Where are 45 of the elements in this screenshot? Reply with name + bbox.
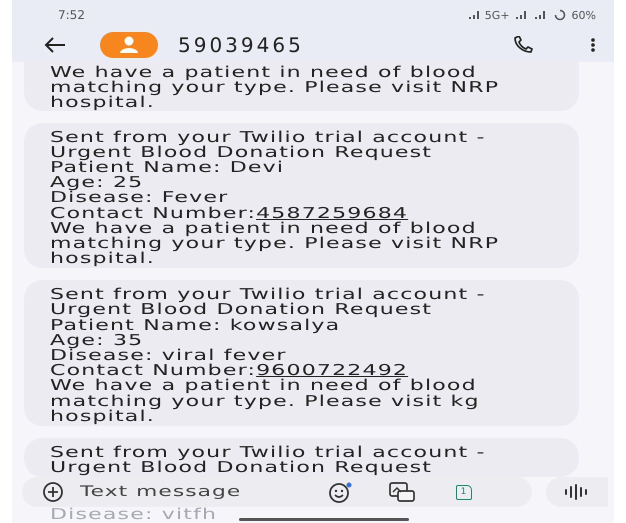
battery-level: 60% bbox=[572, 8, 596, 22]
message-text: Sent from your Twilio trial account - bbox=[50, 444, 486, 460]
back-icon[interactable] bbox=[44, 37, 66, 53]
gallery-icon[interactable] bbox=[388, 481, 416, 503]
message-composer[interactable]: Text message 1 bbox=[22, 477, 532, 507]
emoji-icon[interactable] bbox=[328, 481, 354, 503]
message-placeholder: Text message bbox=[80, 484, 242, 500]
message-text: hospital. bbox=[50, 95, 155, 111]
message-text: hospital. bbox=[50, 408, 155, 424]
signal-icon bbox=[468, 10, 480, 20]
voice-button[interactable] bbox=[546, 477, 608, 507]
sim-badge[interactable]: 1 bbox=[456, 484, 472, 500]
avatar-icon bbox=[100, 32, 158, 58]
signal-icon bbox=[534, 10, 548, 20]
message-text: Disease: vitfh bbox=[50, 507, 218, 522]
contact-number: 59039465 bbox=[178, 33, 305, 57]
message-text: Contact Number: bbox=[50, 204, 256, 222]
message-text: Urgent Blood Donation Request bbox=[50, 144, 432, 160]
message-text: matching your type. Please visit NRP bbox=[50, 80, 500, 96]
message-text: Disease: Fever bbox=[50, 190, 228, 206]
network-type: 5G+ bbox=[484, 8, 510, 22]
more-icon[interactable] bbox=[590, 37, 596, 53]
status-time: 7:52 bbox=[58, 8, 85, 22]
message-text: Patient Name: Devi bbox=[50, 160, 284, 176]
message-text: We have a patient in need of blood bbox=[50, 65, 477, 80]
phone-link[interactable]: 9600722492 bbox=[256, 361, 408, 380]
message-text: hospital. bbox=[50, 251, 155, 266]
phone-link[interactable]: 4587259684 bbox=[256, 204, 408, 222]
message-text: Contact Number: bbox=[50, 361, 256, 380]
message-text: Age: 25 bbox=[50, 175, 144, 190]
phone-icon[interactable] bbox=[512, 36, 534, 54]
message-text: Sent from your Twilio trial account - bbox=[50, 287, 486, 302]
waveform-icon bbox=[564, 484, 590, 500]
message-text: Urgent Blood Donation Request bbox=[50, 460, 432, 476]
message-text: Age: 35 bbox=[50, 332, 144, 348]
message-text: We have a patient in need of blood bbox=[50, 378, 477, 394]
message-text: matching your type. Please visit NRP bbox=[50, 236, 500, 252]
signal-icon bbox=[514, 10, 529, 20]
message-text: Sent from your Twilio trial account - bbox=[50, 130, 486, 145]
message-text: We have a patient in need of blood bbox=[50, 220, 477, 236]
message-text: Patient Name: kowsalya bbox=[50, 318, 340, 333]
message-text: Urgent Blood Donation Request bbox=[50, 302, 432, 318]
message-text: Disease: viral fever bbox=[50, 348, 287, 364]
add-icon[interactable] bbox=[42, 481, 64, 503]
message-text: matching your type. Please visit kg bbox=[50, 394, 480, 409]
